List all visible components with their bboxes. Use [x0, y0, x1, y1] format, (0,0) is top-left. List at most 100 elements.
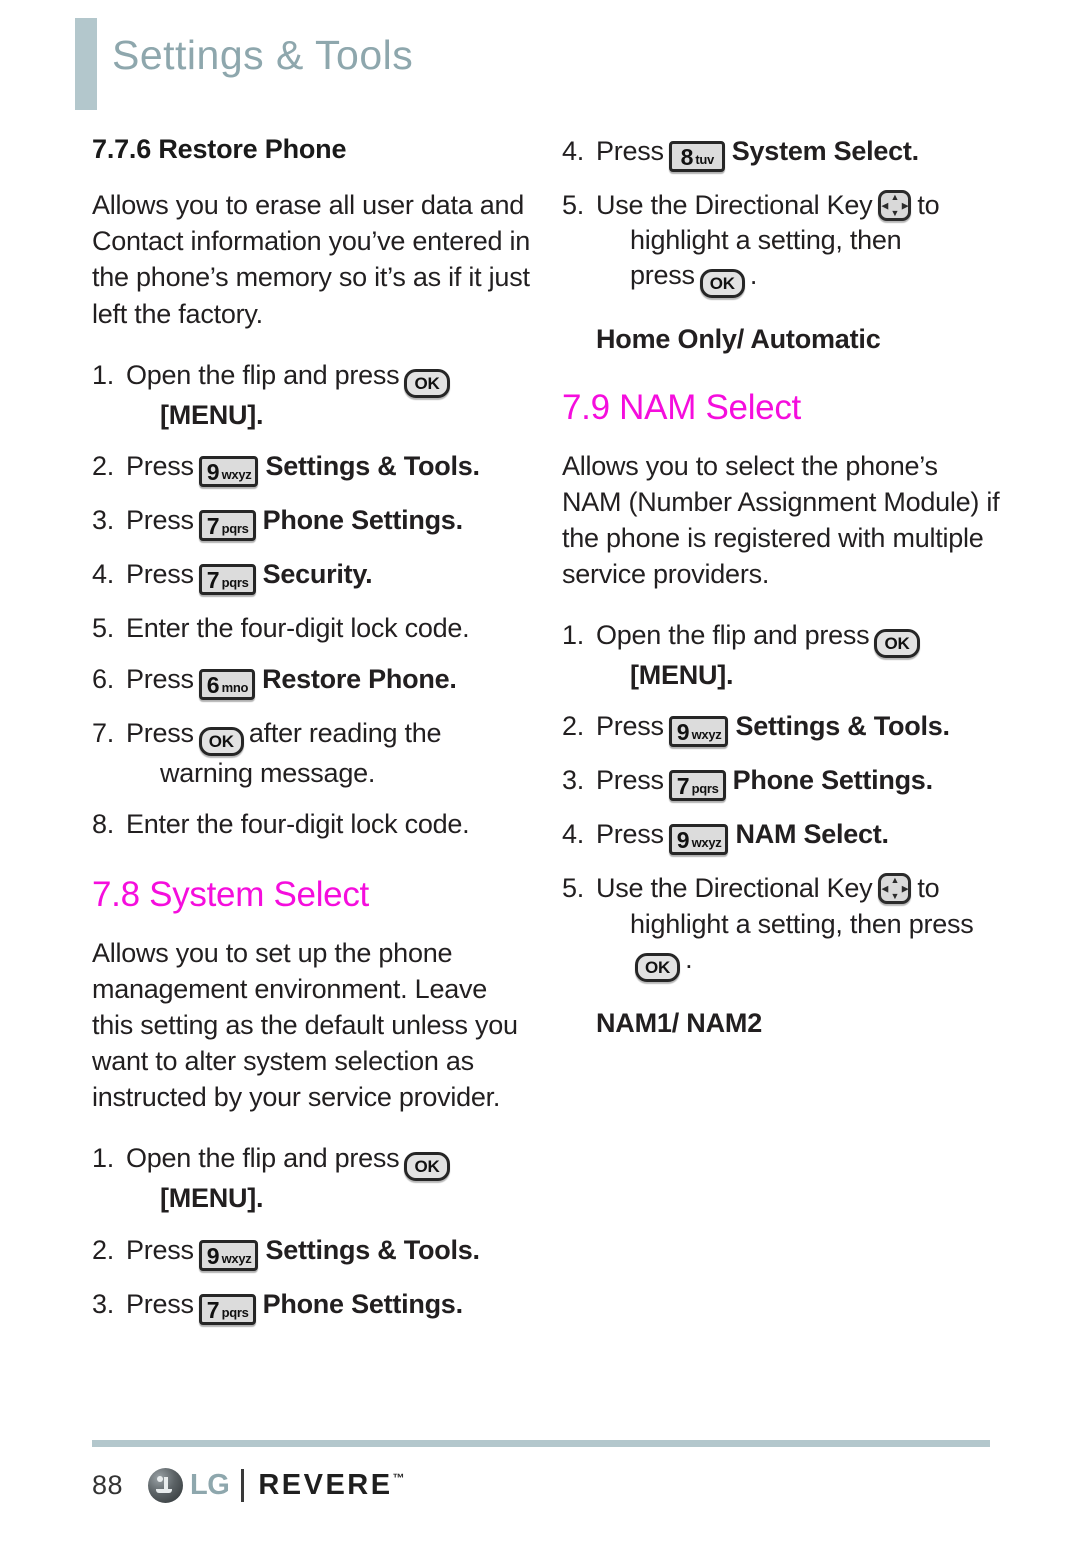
list-item: 5. Use the Directional Key ▲ ▼ ◀ ▶ to highligh…	[562, 188, 1002, 299]
arrow-down-glyph: ▼	[890, 208, 900, 218]
ok-key-icon: OK	[198, 726, 244, 756]
step-text: Press 9 wxyz Settings & Tools.	[126, 1233, 532, 1271]
restore-phone-description: Allows you to erase all user data and Co…	[92, 190, 531, 329]
list-item: 2. Press 9 wxyz Settings & Tools.	[92, 449, 532, 487]
keypad-letters: pqrs	[221, 520, 249, 536]
step-text-line2: highlight a setting, then	[630, 225, 902, 256]
step-number: 5.	[562, 873, 585, 904]
keypad-letters: wxyz	[221, 466, 252, 482]
system-select-options: Home Only/ Automatic	[596, 324, 881, 355]
step-text: Press 9 wxyz Settings & Tools.	[596, 709, 1002, 748]
keypad-key-icon: 9 wxyz	[198, 1239, 259, 1271]
step-text-post: Phone Settings.	[262, 504, 464, 535]
keypad-key-icon: 9 wxyz	[198, 455, 259, 487]
keypad-key-icon: 7 pqrs	[198, 1293, 256, 1325]
section-heading-system-select: 7.8 System Select	[92, 875, 369, 915]
keypad-digit: 9	[206, 458, 220, 485]
step-text-post: Settings & Tools.	[265, 450, 480, 481]
step-text: Use the Directional Key ▲ ▼ ◀ ▶ to highlight a…	[596, 188, 1002, 299]
header-accent-bar	[75, 18, 97, 110]
step-text-line3-pre: press	[630, 260, 695, 291]
section-heading-nam-select: 7.9 NAM Select	[562, 388, 801, 428]
step-text-post: to	[917, 873, 940, 904]
model-name-text: REVERE	[258, 1469, 393, 1501]
step-text-second-line: warning message.	[160, 757, 376, 788]
page-footer: 88 LG REVERE™	[0, 1432, 1080, 1552]
step-text-post: to	[917, 190, 940, 220]
step-number: 5.	[92, 612, 115, 643]
right-column: 4. Press 8 tuv System Select. 5. Use the Di…	[562, 118, 1002, 1045]
list-item: 8. Enter the four-digit lock code.	[92, 807, 532, 842]
keypad-digit: 9	[676, 719, 690, 746]
arrow-left-glyph: ◀	[881, 883, 889, 894]
footer-content: 88 LG REVERE™	[92, 1468, 405, 1503]
step-text-post: Settings & Tools.	[735, 711, 950, 742]
ok-key-icon: OK	[635, 952, 681, 982]
keypad-digit: 9	[676, 827, 690, 854]
step-number: 3.	[562, 765, 585, 796]
step-text-pre: Press	[596, 711, 664, 742]
step-text-pre: Press	[126, 663, 194, 694]
nam-select-options: NAM1/ NAM2	[596, 1007, 763, 1038]
arrow-right-glyph: ▶	[901, 883, 909, 894]
step-text-pre: Press	[126, 1288, 194, 1319]
lg-logo-eye	[157, 1476, 164, 1482]
step-number: 2.	[92, 1234, 115, 1265]
system-select-steps: 1. Open the flip and press OK [MENU]. 2. P…	[92, 1141, 532, 1325]
step-text-pre: Press	[126, 717, 194, 748]
list-item: 6. Press 6 mno Restore Phone.	[92, 662, 532, 700]
subsection-title-restore-phone: 7.7.6 Restore Phone	[92, 134, 347, 164]
keypad-letters: pqrs	[691, 781, 719, 797]
step-text-post: Settings & Tools.	[265, 1234, 480, 1265]
step-text-pre: Press	[126, 558, 194, 589]
arrow-right-glyph: ▶	[901, 200, 909, 210]
arrow-up-glyph: ▲	[890, 192, 900, 202]
step-number: 4.	[92, 558, 115, 589]
keypad-letters: wxyz	[221, 1250, 252, 1266]
model-name: REVERE™	[258, 1469, 404, 1502]
step-text: Press 8 tuv System Select.	[596, 134, 1002, 172]
step-text: Enter the four-digit lock code.	[126, 612, 470, 643]
keypad-digit: 7	[206, 1296, 220, 1323]
step-text-pre: Press	[126, 1234, 194, 1265]
keypad-digit: 8	[680, 144, 694, 170]
keypad-key-icon: 9 wxyz	[668, 716, 729, 748]
step-number: 3.	[92, 504, 115, 535]
keypad-key-icon: 8 tuv	[668, 141, 725, 172]
directional-key-icon: ▲ ▼ ◀ ▶	[878, 873, 912, 905]
keypad-letters: mno	[221, 679, 249, 695]
step-text: Press 9 wxyz NAM Select.	[596, 817, 1002, 856]
keypad-key-icon: 7 pqrs	[198, 563, 256, 595]
keypad-letters: wxyz	[691, 727, 722, 743]
keypad-digit: 7	[676, 773, 690, 800]
step-text-pre: Press	[126, 450, 194, 481]
step-text-line2-post: .	[685, 943, 693, 974]
step-text: Press 7 pqrs Security.	[126, 557, 532, 595]
step-text-second-line: [MENU].	[630, 660, 734, 691]
lg-logo-icon	[148, 1468, 184, 1503]
step-text-line2-pre: highlight a setting, then press	[630, 908, 974, 939]
nam-select-steps: 1. Open the flip and press OK [MENU]. 2. P…	[562, 618, 1002, 982]
system-select-description: Allows you to set up the phone managemen…	[92, 937, 518, 1113]
list-item: 2. Press 9 wxyz Settings & Tools.	[92, 1233, 532, 1271]
page-header: Settings & Tools	[0, 0, 1080, 118]
step-number: 4.	[562, 136, 585, 166]
step-text-second-line: [MENU].	[160, 1183, 264, 1214]
step-number: 1.	[92, 359, 115, 390]
footer-vertical-divider	[241, 1469, 245, 1502]
list-item: 1. Open the flip and press OK [MENU].	[92, 1141, 532, 1216]
keypad-letters: pqrs	[221, 1304, 249, 1320]
list-item: 3. Press 7 pqrs Phone Settings.	[562, 763, 1002, 802]
list-item: 1. Open the flip and press OK [MENU].	[92, 358, 532, 433]
step-text: Press 7 pqrs Phone Settings.	[126, 503, 532, 541]
step-text: Press 9 wxyz Settings & Tools.	[126, 449, 532, 487]
step-number: 1.	[92, 1143, 115, 1174]
step-text: Press 7 pqrs Phone Settings.	[126, 1287, 532, 1325]
restore-phone-steps: 1. Open the flip and press OK [MENU]. 2. P…	[92, 358, 532, 842]
ok-key-icon: OK	[699, 269, 745, 299]
step-number: 3.	[92, 1288, 115, 1319]
step-text-pre: Press	[596, 765, 664, 796]
step-text-post: NAM Select.	[735, 819, 889, 850]
step-text-pre: Press	[596, 136, 664, 166]
step-text: Enter the four-digit lock code.	[126, 809, 470, 840]
